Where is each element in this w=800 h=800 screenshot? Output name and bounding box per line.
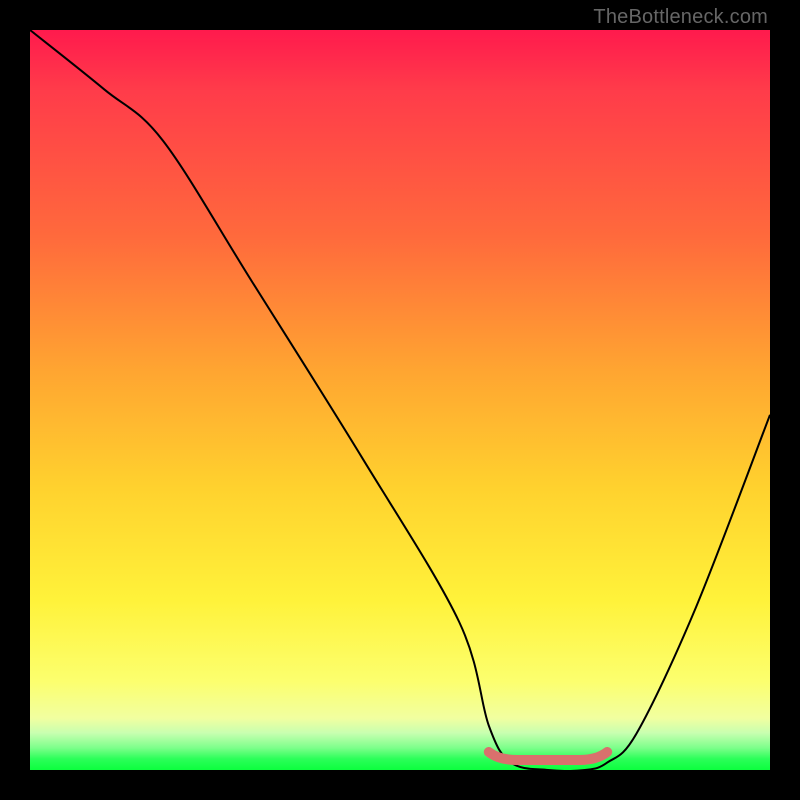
chart-plot-area bbox=[30, 30, 770, 770]
chart-heat-gradient bbox=[30, 30, 770, 770]
watermark-text: TheBottleneck.com bbox=[593, 6, 768, 29]
